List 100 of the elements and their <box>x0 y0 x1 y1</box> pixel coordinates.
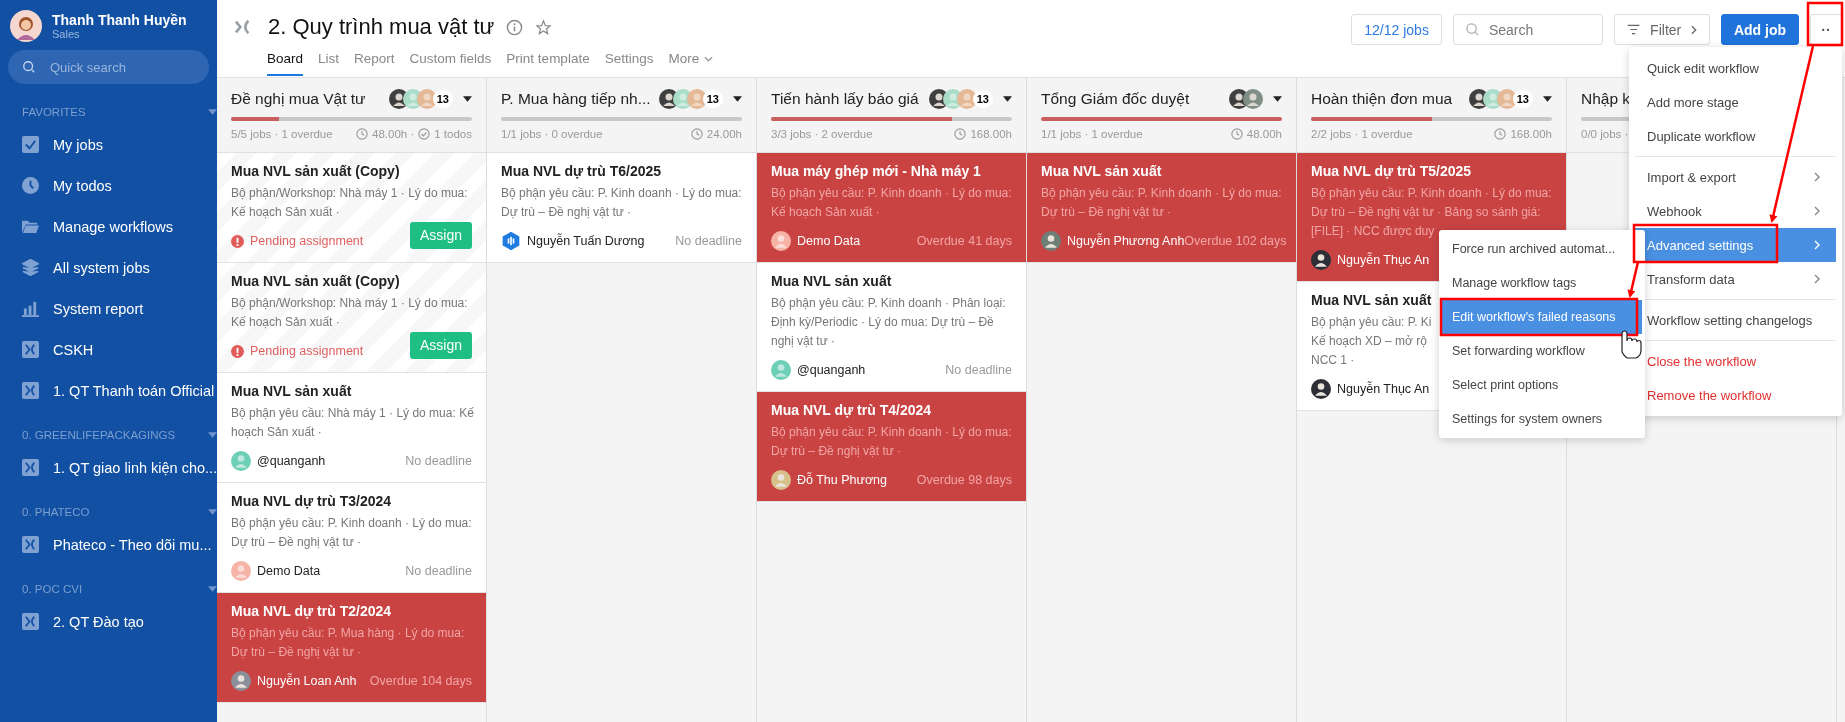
job-description: Bộ phận yêu cầu: P. Kinh doanh · Lý do mua: Kế hoạch Sản xuất · <box>771 185 1012 221</box>
member-count: 13 <box>702 90 723 108</box>
user-name: Thanh Thanh Huyền <box>52 12 187 28</box>
search-field[interactable]: Search <box>1452 14 1603 45</box>
job-description: Bộ phận yêu cầu: P. Kinh doanh · Lý do mua: Dự trù – Đề nghị vật tư · <box>1041 185 1282 221</box>
job-description: Bộ phận/Workshop: Nhà máy 1 · Lý do mua: Kế hoạch Sản xuất · <box>231 295 468 331</box>
column-title: Tiến hành lấy báo giá <box>771 90 919 108</box>
job-title: Mua NVL sản xuất <box>1311 292 1432 308</box>
member-count: 13 <box>972 90 993 108</box>
sidebar-item[interactable]: 1. QT Thanh toán Official <box>0 370 217 411</box>
job-card[interactable]: Mua NVL dự trù T3/2024 Bộ phận yêu cầu: P. Kinh doanh · Lý do mua: Dự trù – Đề nghị vật tư · Demo Data No deadline <box>217 483 486 593</box>
job-description: Bộ phận yêu cầu: P. Kinh doanh · Lý do mua: Dự trù – Đề nghị vật tư · <box>771 424 1012 460</box>
job-card[interactable]: Mua NVL dự trù T6/2025 Bộ phận yêu cầu: P. Kinh doanh · Lý do mua: Dự trù – Đề nghị vật tư · Nguyễn Tuấn Dương No deadline <box>487 153 756 263</box>
column-stats: 2/2 jobs · 1 overdue <box>1311 128 1413 140</box>
column-title: P. Mua hàng tiếp nh... <box>501 90 651 108</box>
job-description: Bộ phận yêu cầu: P. Mua hàng · Lý do mua: Dự trù – Đề nghị vật tư · <box>231 625 465 661</box>
due-status: Overdue 41 days <box>916 234 1012 248</box>
tab[interactable]: List <box>318 46 340 76</box>
job-title: Mua máy ghép mới - Nhà máy 1 <box>771 163 981 179</box>
job-title: Mua NVL dự trù T5/2025 <box>1311 163 1472 179</box>
menu-item[interactable]: Add more stage <box>1635 85 1836 119</box>
job-card[interactable]: Mua NVL sản xuất Bộ phận yêu cầu: P. Kinh doanh · Lý do mua: Dự trù – Đề nghị vật tư · Nguyễn Phương AnhOverdue 102 days <box>1027 153 1296 263</box>
assignee-name: Demo Data <box>257 564 321 578</box>
member-count: 13 <box>1512 90 1533 108</box>
tab[interactable]: Report <box>354 46 395 76</box>
sidebar-item[interactable]: My todos <box>0 165 217 206</box>
due-status: No deadline <box>675 234 742 248</box>
workflow-title: 2. Quy trình mua vật tư <box>268 14 495 40</box>
more-button[interactable]: ·· <box>1810 14 1842 45</box>
pending-status: Pending assignment <box>250 234 364 248</box>
section-heading: 0. GREENLIFEPACKAGINGS <box>22 429 176 441</box>
section-heading: 0. POC CVI <box>22 583 83 595</box>
time-estimate: 168.00h <box>1510 128 1552 140</box>
job-card[interactable]: Mua NVL sản xuất Bộ phận yêu cầu: Nhà máy 1 · Lý do mua: Kế hoạch Sản xuất · @quanganh No deadline <box>217 373 486 483</box>
pending-status: Pending assignment <box>250 344 364 358</box>
assignee-name: @quanganh <box>797 363 866 377</box>
user-role: Sales <box>52 28 81 40</box>
sidebar-item[interactable]: CSKH <box>0 329 217 370</box>
assignee-name: Nguyễn Thục An <box>1337 382 1430 396</box>
job-title: Mua NVL dự trù T2/2024 <box>231 603 392 619</box>
time-estimate: 168.00h <box>970 128 1012 140</box>
column-title: Hoàn thiện đơn mua <box>1311 90 1453 108</box>
job-card[interactable]: Mua máy ghép mới - Nhà máy 1 Bộ phận yêu cầu: P. Kinh doanh · Lý do mua: Kế hoạch Sản xuất · Demo Data Overdue 41 days <box>757 153 1026 263</box>
job-title: Mua NVL sản xuất (Copy) <box>231 273 400 289</box>
sidebar-item[interactable]: All system jobs <box>0 247 217 288</box>
time-estimate: 24.00h <box>706 128 742 140</box>
job-title: Mua NVL sản xuất <box>771 273 892 289</box>
job-title: Mua NVL sản xuất <box>231 383 352 399</box>
job-description: Bộ phận yêu cầu: Nhà máy 1 · Lý do mua: Kế hoạch Sản xuất · <box>231 405 474 441</box>
assignee-name: Demo Data <box>797 234 861 248</box>
sidebar-item[interactable]: Phateco - Theo dõi mu... <box>0 524 217 565</box>
filter-button[interactable]: Filter <box>1613 14 1710 45</box>
job-description: Bộ phận yêu cầu: P. Kinh doanh · Lý do mua: Dự trù – Đề nghị vật tư · <box>231 515 472 551</box>
job-description: Bộ phận yêu cầu: P. Kinh doanh · Lý do mua: Dự trù – Đề nghị vật tư · <box>501 185 742 221</box>
assignee-name: Nguyễn Phương Anh <box>1067 234 1185 248</box>
sidebar-item[interactable]: 1. QT giao linh kiện cho... <box>0 447 217 488</box>
section-heading: 0. PHATECO <box>22 506 90 518</box>
sidebar-item[interactable]: Manage workflows <box>0 206 217 247</box>
sidebar-item[interactable]: My jobs <box>0 124 217 165</box>
assignee-name: Đỗ Thu Phương <box>797 473 887 487</box>
due-status: Overdue 104 days <box>369 674 472 688</box>
menu-item[interactable]: Import & export <box>1635 160 1836 194</box>
tab[interactable]: Board <box>267 46 304 76</box>
tab[interactable]: Custom fields <box>409 46 492 76</box>
job-title: Mua NVL sản xuất <box>1041 163 1162 179</box>
job-card[interactable]: Mua NVL sản xuất (Copy) Bộ phận/Workshop: Nhà máy 1 · Lý do mua: Kế hoạch Sản xuất · Pending assignment Assign <box>217 153 486 263</box>
tab[interactable]: More <box>668 46 714 76</box>
menu-item[interactable]: Quick edit workflow <box>1635 51 1836 85</box>
job-title: Mua NVL dự trù T6/2025 <box>501 163 662 179</box>
job-title: Mua NVL dự trù T3/2024 <box>231 493 392 509</box>
due-status: No deadline <box>945 363 1012 377</box>
assignee-name: @quanganh <box>257 454 326 468</box>
column-title: Nhập k <box>1581 90 1631 108</box>
due-status: No deadline <box>405 564 472 578</box>
column-title: Đề nghị mua Vật tư <box>231 90 366 108</box>
todo-count: 1 todos <box>434 128 472 140</box>
column-stats: 3/3 jobs · 2 overdue <box>771 128 873 140</box>
sidebar-item[interactable]: 2. QT Đào tạo <box>0 601 217 642</box>
menu-item[interactable]: Duplicate workflow <box>1635 119 1836 153</box>
member-count: 13 <box>432 90 453 108</box>
column-stats: 5/5 jobs · 1 overdue <box>231 128 333 140</box>
job-card[interactable]: Mua NVL dự trù T4/2024 Bộ phận yêu cầu: P. Kinh doanh · Lý do mua: Dự trù – Đề nghị vật tư · Đỗ Thu Phương Overdue 98 days <box>757 392 1026 502</box>
quick-search-field[interactable]: Quick search <box>8 50 209 84</box>
section-heading: FAVORITES <box>22 106 86 118</box>
job-card[interactable]: Mua NVL sản xuất Bộ phận yêu cầu: P. Kinh doanh · Phân loại: Định kỳ/Periodic · Lý do mua: Dự trù – Đề nghị vật tư · @quanganh No deadline <box>757 263 1026 392</box>
add-job-button[interactable]: Add job <box>1720 14 1799 45</box>
job-description: Bộ phận yêu cầu: P. Kinh doanh · Phân loại: Định kỳ/Periodic · Lý do mua: Dự trù – Đề nghị vật tư · <box>771 295 1006 350</box>
tab[interactable]: Print template <box>506 46 590 76</box>
job-card[interactable]: Mua NVL dự trù T2/2024 Bộ phận yêu cầu: P. Mua hàng · Lý do mua: Dự trù – Đề nghị vật tư · Nguyễn Loan Anh Overdue 104 days <box>217 593 486 703</box>
tab[interactable]: Settings <box>604 46 654 76</box>
menu-item[interactable]: Webhook <box>1635 194 1836 228</box>
sidebar-item[interactable]: System report <box>0 288 217 329</box>
job-count-button[interactable]: 12/12 jobs <box>1351 14 1442 45</box>
job-card[interactable]: Mua NVL sản xuất (Copy) Bộ phận/Workshop: Nhà máy 1 · Lý do mua: Kế hoạch Sản xuất · Pending assignment Assign <box>217 263 486 373</box>
due-status: Overdue 98 days <box>916 473 1012 487</box>
due-status: Overdue 102 days <box>1184 234 1287 248</box>
time-estimate: 48.00h <box>1246 128 1282 140</box>
column-stats: 1/1 jobs · 1 overdue <box>1041 128 1143 140</box>
job-description: Bộ phận yêu cầu: P. Ki Kế hoạch XD – mở rộ NCC 1 · <box>1311 314 1432 369</box>
assignee-name: Nguyễn Tuấn Dương <box>527 234 645 248</box>
